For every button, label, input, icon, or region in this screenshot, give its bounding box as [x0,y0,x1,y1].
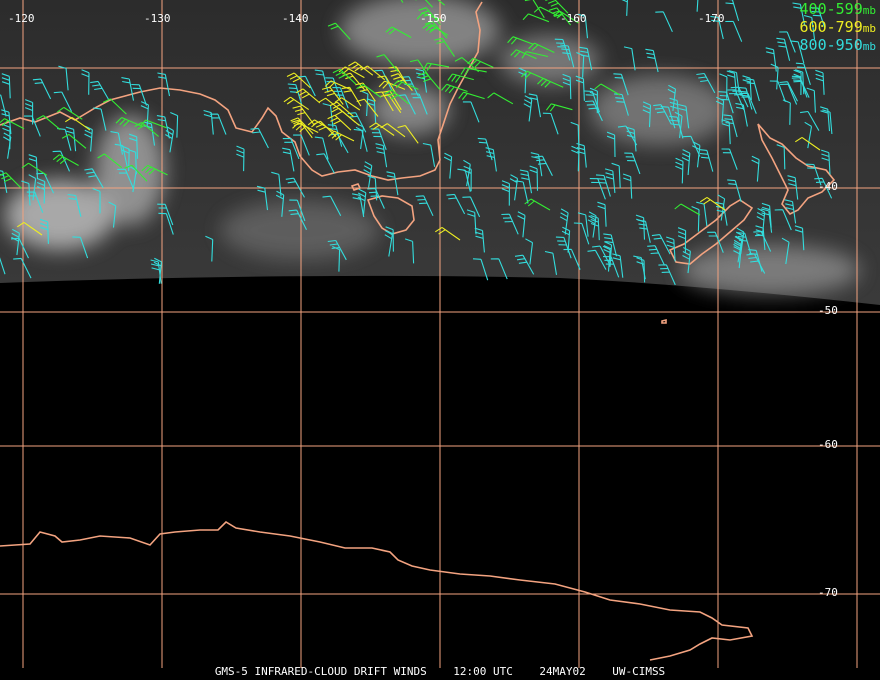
subantarctic-island [661,318,667,324]
legend-item-600-799: 600-799mb [799,18,876,36]
lat-label: -60 [818,438,838,451]
data-source: UW-CIMSS [612,665,666,678]
lat-label: -50 [818,304,838,317]
valid-time: 12:00 UTC [453,665,513,678]
lon-label: -160 [560,12,587,25]
lon-label: -150 [420,12,447,25]
lat-label: -70 [818,586,838,599]
lon-label: -120 [8,12,35,25]
legend-item-400-599: 400-599mb [799,0,876,18]
image-caption: GMS-5 INFRARED-CLOUD DRIFT WINDS 12:00 U… [0,665,880,678]
legend-item-800-950: 800-950mb [799,36,876,54]
satellite-wind-map: -120 -130 -140 -150 -160 -170 -40 -50 -6… [0,0,880,668]
product-title: GMS-5 INFRARED-CLOUD DRIFT WINDS [214,665,427,678]
antarctica-coast [0,520,754,661]
lon-label: -130 [144,12,171,25]
lon-label: -140 [282,12,309,25]
valid-date: 24MAY02 [539,665,586,678]
pressure-legend: 400-599mb 600-799mb 800-950mb [800,1,876,55]
lat-label: -40 [818,180,838,193]
lon-label: -170 [698,12,725,25]
